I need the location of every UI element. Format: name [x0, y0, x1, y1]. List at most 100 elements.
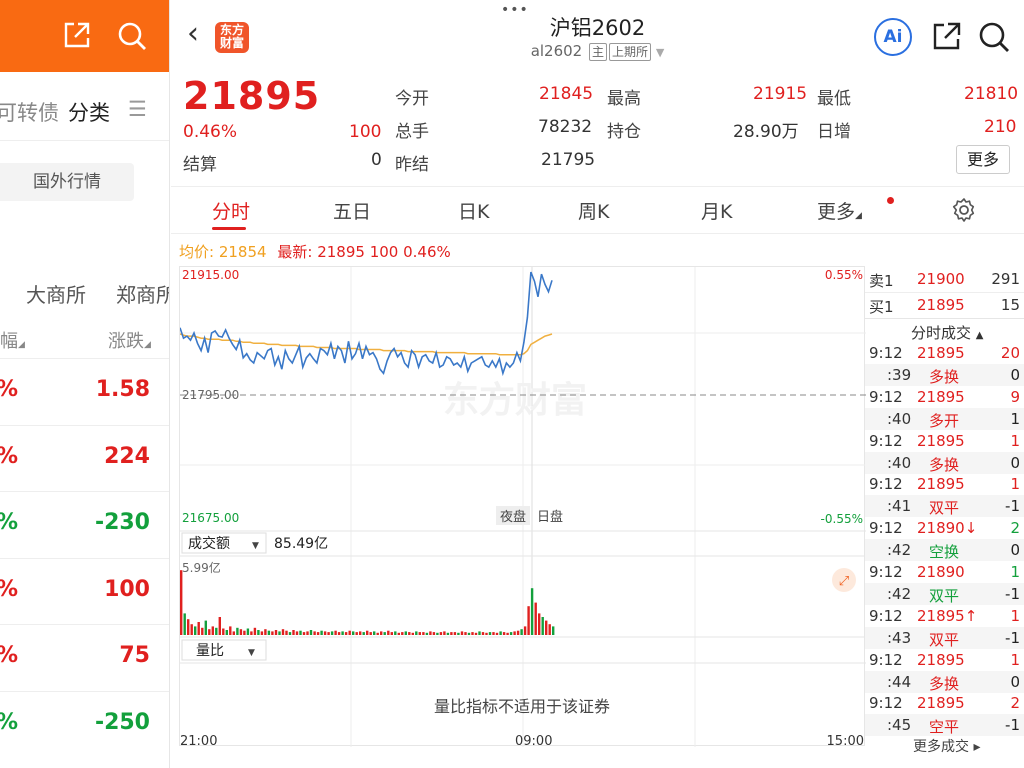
more-trades-button[interactable]: 更多成交 ▸ [865, 732, 1024, 758]
volume-value: 78232 [538, 117, 593, 137]
volume-bar [232, 631, 235, 635]
col-change-pct[interactable]: 幅◢ [0, 327, 25, 353]
gear-icon[interactable] [951, 197, 977, 227]
tab-monthly-k[interactable]: 月K [701, 197, 732, 224]
volume-bar [436, 632, 439, 635]
volume-bar [292, 630, 295, 635]
volume-bar [516, 630, 520, 635]
settlement-value: 0 [371, 150, 382, 170]
row-change-value: -230 [94, 510, 150, 535]
trade-row: 9:12 21895 20 [869, 344, 1020, 362]
volume-bar [411, 632, 414, 635]
expand-icon-glyph: ⤢ [839, 574, 849, 589]
market-row[interactable]: % 100 [0, 557, 169, 624]
market-row[interactable]: % 224 [0, 424, 169, 491]
category-classification[interactable]: 分类 [68, 97, 110, 127]
volume-bar [352, 631, 355, 635]
prev-settle-label: 昨结 [395, 155, 429, 175]
pct-min-label: -0.55% [821, 512, 863, 526]
last-price: 21895 [183, 74, 321, 118]
trade-row: 9:12 21895 2 [869, 694, 1020, 713]
volume-bar [495, 632, 499, 635]
search-icon[interactable] [977, 20, 1011, 58]
exchange-dce[interactable]: 大商所 [26, 279, 86, 308]
tab-weekly-k[interactable]: 周K [578, 197, 609, 224]
ratio-notice: 量比指标不适用于该证券 [434, 697, 610, 716]
market-row[interactable]: % -250 [0, 690, 169, 757]
trade-row: 9:12 21895 9 [869, 387, 1020, 406]
volume-bar [418, 632, 421, 635]
row-change-pct: % [0, 444, 18, 469]
share-icon[interactable] [931, 20, 963, 56]
volume-bar [260, 631, 264, 635]
row-change-value: 224 [104, 443, 150, 469]
hamburger-icon[interactable]: ☰ [128, 97, 147, 121]
share-icon[interactable] [62, 20, 92, 54]
ratio-label: 量比 [196, 643, 224, 659]
volume-bar [485, 632, 488, 635]
volume-bar [457, 632, 460, 635]
volume-bar [404, 631, 407, 635]
ai-assistant-button[interactable]: Ai [874, 18, 912, 56]
tab-intraday[interactable]: 分时 [212, 197, 250, 224]
oi-change-label: 日增 [817, 122, 851, 142]
volume-bar [344, 632, 348, 635]
volume-bar [208, 629, 211, 635]
bid-1-row[interactable]: 买1 21895 15 [865, 292, 1024, 318]
row-change-pct: % [0, 377, 18, 402]
search-icon[interactable] [116, 20, 148, 56]
volume-bar [446, 632, 450, 635]
price-line [179, 271, 553, 377]
oi-value: 28.90万 [733, 122, 799, 142]
high-label: 最高 [607, 89, 641, 109]
volume-bar [236, 627, 239, 635]
ask-1-row[interactable]: 卖1 21900 291 [865, 266, 1024, 292]
intraday-chart[interactable]: 东方财富 21915.00 21795.00 21675.00 0.55% -0.55% 夜… [179, 266, 866, 749]
volume-bar [474, 632, 478, 635]
exchange-tag: 上期所 [609, 43, 652, 61]
volume-bar [225, 630, 228, 635]
high-value: 21915 [753, 84, 808, 104]
market-row[interactable]: % 75 [0, 624, 169, 690]
turnover-total: 85.49亿 [274, 536, 328, 552]
category-convertible[interactable]: 可转债 [0, 97, 59, 127]
volume-bar [359, 631, 362, 635]
x-label-start: 21:00 [180, 734, 217, 747]
tab-more[interactable]: 更多◢ [817, 197, 862, 224]
tab-five-day[interactable]: 五日 [333, 197, 371, 224]
row-change-pct: % [0, 577, 18, 602]
trade-row: 9:12 21890 1 [869, 563, 1020, 581]
exchange-czce[interactable]: 郑商所 [116, 279, 169, 308]
volume-bar [246, 628, 250, 635]
volume-bar [239, 629, 243, 635]
market-row[interactable]: % -230 [0, 491, 169, 557]
chart-info-line: 均价: 21854 最新: 21895 100 0.46% [179, 241, 451, 262]
volume-bar [506, 632, 509, 635]
left-header-bar [0, 0, 169, 72]
period-tabs: 分时 五日 日K 周K 月K 更多◢ [171, 186, 1024, 234]
row-change-value: 100 [104, 576, 150, 602]
open-value: 21845 [539, 84, 594, 104]
tab-daily-k[interactable]: 日K [458, 197, 489, 224]
volume-bar [288, 632, 292, 635]
trades-header[interactable]: 分时成交 ▲ [865, 318, 1024, 344]
trade-row: 9:12 21895 1 [869, 475, 1020, 494]
trade-row: :44 多换 0 [865, 670, 1024, 693]
more-quote-button[interactable]: 更多 [956, 145, 1010, 174]
volume-bar [320, 630, 323, 635]
volume-bar [443, 631, 446, 635]
dropdown-caret-icon[interactable]: ▼ [656, 46, 664, 59]
trade-row: 9:12 21890↓ 2 [869, 519, 1020, 538]
volume-bar [450, 632, 453, 635]
volume-bar [267, 630, 271, 635]
volume-bar [330, 631, 334, 635]
foreign-market-button[interactable]: 国外行情 [0, 163, 134, 201]
volume-bar [390, 632, 393, 635]
volume-bar [453, 632, 457, 635]
latest-pct: 0.46% [403, 243, 451, 261]
oi-label: 持仓 [607, 122, 641, 142]
volume-bar [271, 631, 274, 635]
market-row[interactable]: % 1.58 [0, 358, 169, 424]
watermark: 东方财富 [443, 379, 587, 420]
col-change[interactable]: 涨跌◢ [108, 327, 151, 353]
